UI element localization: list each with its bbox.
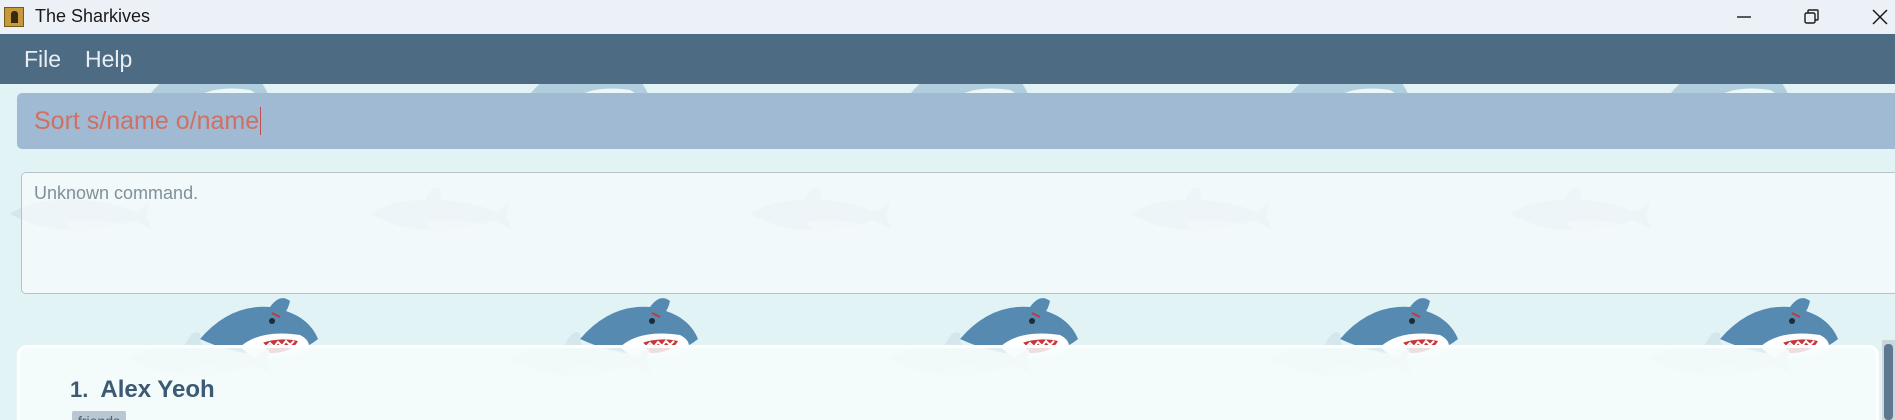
command-input-box[interactable]: Sort s/name o/name <box>17 93 1895 149</box>
window-title: The Sharkives <box>35 6 151 26</box>
menu-file[interactable]: File <box>24 46 61 73</box>
restore-button[interactable] <box>1778 0 1846 34</box>
menu-help[interactable]: Help <box>85 46 132 73</box>
command-input-value: Sort s/name o/name <box>34 107 260 135</box>
app-window: The Sharkives File Help Sort s/name o/na… <box>0 0 1895 420</box>
minimize-icon <box>1737 16 1751 18</box>
app-icon <box>4 7 24 27</box>
menu-bar: File Help <box>0 34 1895 84</box>
restore-icon <box>1804 9 1819 24</box>
person-card[interactable]: 1. Alex Yeoh <box>70 376 215 404</box>
scrollbar-thumb[interactable] <box>1884 344 1893 420</box>
minimize-button[interactable] <box>1710 0 1778 34</box>
close-icon <box>1872 9 1888 25</box>
text-caret <box>260 107 262 135</box>
close-button[interactable] <box>1846 0 1895 34</box>
person-index: 1. <box>70 377 89 402</box>
result-message: Unknown command. <box>34 183 199 203</box>
title-bar[interactable]: The Sharkives <box>0 0 1895 34</box>
result-display[interactable]: Unknown command. <box>21 172 1895 294</box>
command-input[interactable]: Sort s/name o/name <box>34 107 262 136</box>
person-list-panel[interactable]: 1. Alex Yeoh friends <box>17 345 1879 420</box>
list-scrollbar[interactable] <box>1882 340 1895 420</box>
person-name: Alex Yeoh <box>100 376 215 403</box>
person-tag: friends <box>72 411 127 420</box>
